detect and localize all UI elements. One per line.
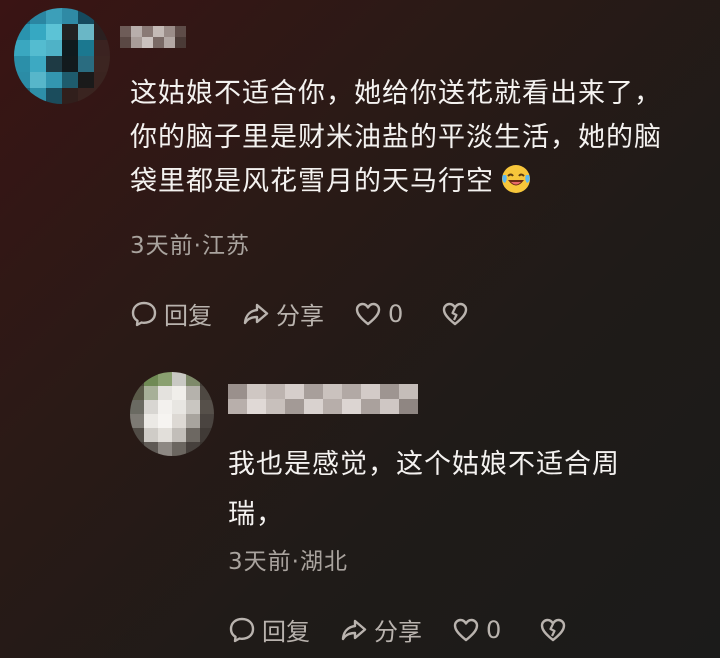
- broken-heart-icon: [541, 618, 566, 641]
- comment-line: 你的脑子里是财米油盐的平淡生活，她的脑: [130, 122, 662, 153]
- like-button[interactable]: 0: [354, 300, 403, 328]
- like-count: 0: [388, 299, 404, 328]
- share-arrow-icon: [341, 619, 367, 640]
- share-arrow-icon: [243, 303, 269, 324]
- share-button[interactable]: 分享: [340, 612, 422, 647]
- laughing-crying-emoji-icon: [502, 165, 530, 193]
- comment-text: 这姑娘不适合你，她给你送花就看出来了， 你的脑子里是财米油盐的平淡生活，她的脑 …: [130, 72, 662, 204]
- comment-actions: 回复 分享 0: [130, 296, 505, 331]
- avatar[interactable]: [14, 8, 110, 104]
- like-count: 0: [486, 615, 502, 644]
- heart-icon: [355, 302, 381, 325]
- dislike-button[interactable]: [539, 616, 573, 644]
- reply-text: 我也是感觉，这个姑娘不适合周 瑞，: [228, 440, 620, 540]
- reply-line: 我也是感觉，这个姑娘不适合周: [228, 449, 620, 480]
- share-button[interactable]: 分享: [242, 296, 324, 331]
- comment-bubble-icon: [131, 301, 157, 326]
- heart-icon: [453, 618, 479, 641]
- username[interactable]: [120, 26, 186, 48]
- reply-meta: 3天前·湖北: [228, 549, 348, 575]
- reply-username[interactable]: [228, 384, 418, 414]
- reply-button[interactable]: 回复: [228, 612, 310, 647]
- comment-line: 袋里都是风花雪月的天马行空: [130, 160, 662, 204]
- reply-actions: 回复 分享 0: [228, 612, 603, 647]
- comment-meta: 3天前·江苏: [130, 233, 250, 259]
- comment-bubble-icon: [229, 617, 255, 642]
- like-button[interactable]: 0: [452, 616, 501, 644]
- reply-button[interactable]: 回复: [130, 296, 212, 331]
- reply-label: 回复: [262, 618, 310, 646]
- reply-avatar[interactable]: [130, 372, 214, 456]
- dislike-button[interactable]: [441, 300, 475, 328]
- reply-label: 回复: [164, 302, 212, 330]
- broken-heart-icon: [443, 302, 468, 325]
- share-label: 分享: [374, 618, 422, 646]
- reply-line: 瑞，: [228, 499, 284, 530]
- comment-line: 这姑娘不适合你，她给你送花就看出来了，: [130, 78, 662, 109]
- share-label: 分享: [276, 302, 324, 330]
